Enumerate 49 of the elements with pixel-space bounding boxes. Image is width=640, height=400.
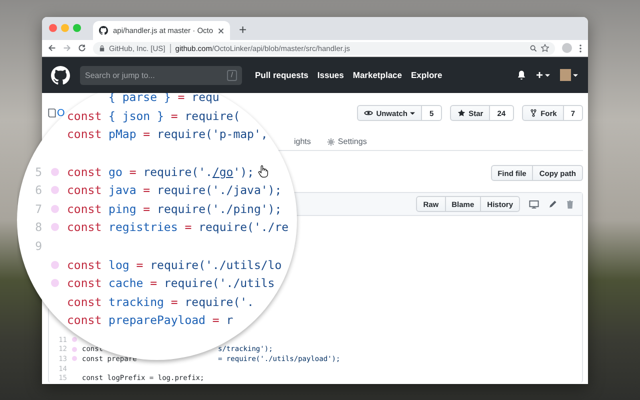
line-number: 7 bbox=[34, 202, 42, 216]
pencil-icon[interactable] bbox=[548, 200, 557, 208]
new-menu-button[interactable]: + bbox=[536, 68, 550, 82]
caret-icon bbox=[410, 112, 416, 114]
hand-cursor-icon bbox=[258, 165, 268, 178]
repo-tab[interactable]: Settings bbox=[326, 131, 367, 150]
lock-icon bbox=[99, 44, 105, 52]
fork-icon bbox=[528, 109, 538, 117]
zoom-icon[interactable] bbox=[530, 44, 537, 52]
code-line: const go = require('./go'); bbox=[67, 164, 254, 179]
code-line: const pMap = require('p-map', bbox=[67, 127, 268, 142]
star-icon bbox=[456, 109, 466, 117]
menu-dots-icon[interactable] bbox=[579, 44, 582, 52]
code-line: const { json } = require( bbox=[67, 108, 240, 123]
code-line: { parse } = requ bbox=[108, 93, 220, 104]
nav-link[interactable]: Pull requests bbox=[255, 70, 308, 80]
code-line: const tracking = require('. bbox=[67, 294, 254, 309]
repo-tab[interactable]: ights bbox=[294, 131, 311, 150]
nav-link[interactable]: Explore bbox=[411, 70, 442, 80]
code-line: const java = require('./java'); bbox=[67, 183, 282, 198]
avatar-photo bbox=[560, 69, 571, 81]
caret-icon bbox=[545, 74, 550, 76]
code-line: const registries = require('./re bbox=[67, 220, 289, 234]
line-number: 8 bbox=[34, 220, 42, 234]
gear-icon bbox=[326, 138, 335, 146]
close-icon[interactable] bbox=[218, 28, 224, 34]
repo-name-link[interactable]: O bbox=[57, 108, 65, 118]
new-tab-button[interactable]: + bbox=[239, 23, 247, 37]
line-number: 9 bbox=[34, 239, 42, 254]
github-logo-icon bbox=[99, 26, 108, 35]
line-number: 6 bbox=[34, 183, 42, 198]
caret-icon bbox=[573, 74, 578, 76]
nav-link[interactable]: Marketplace bbox=[352, 70, 402, 80]
back-arrow-icon[interactable] bbox=[48, 44, 56, 52]
nav-link[interactable]: Issues bbox=[317, 70, 344, 80]
github-logo-icon[interactable] bbox=[51, 66, 70, 84]
eye-icon bbox=[364, 109, 374, 117]
desktop-icon[interactable] bbox=[529, 200, 539, 208]
trash-icon[interactable] bbox=[566, 200, 574, 208]
book-icon bbox=[48, 108, 56, 118]
star-outline-icon[interactable] bbox=[541, 44, 549, 52]
code-line: const log = require('./utils/lo bbox=[67, 258, 282, 272]
user-menu-button[interactable] bbox=[560, 69, 578, 81]
code-line: const cache = require('./utils bbox=[67, 276, 275, 290]
line-number: 5 bbox=[34, 164, 42, 179]
bell-icon[interactable] bbox=[516, 70, 526, 80]
reload-icon[interactable] bbox=[78, 44, 86, 52]
code-line: const ping = require('./ping'); bbox=[67, 202, 282, 216]
code-line: const preparePayload = r bbox=[67, 313, 234, 328]
